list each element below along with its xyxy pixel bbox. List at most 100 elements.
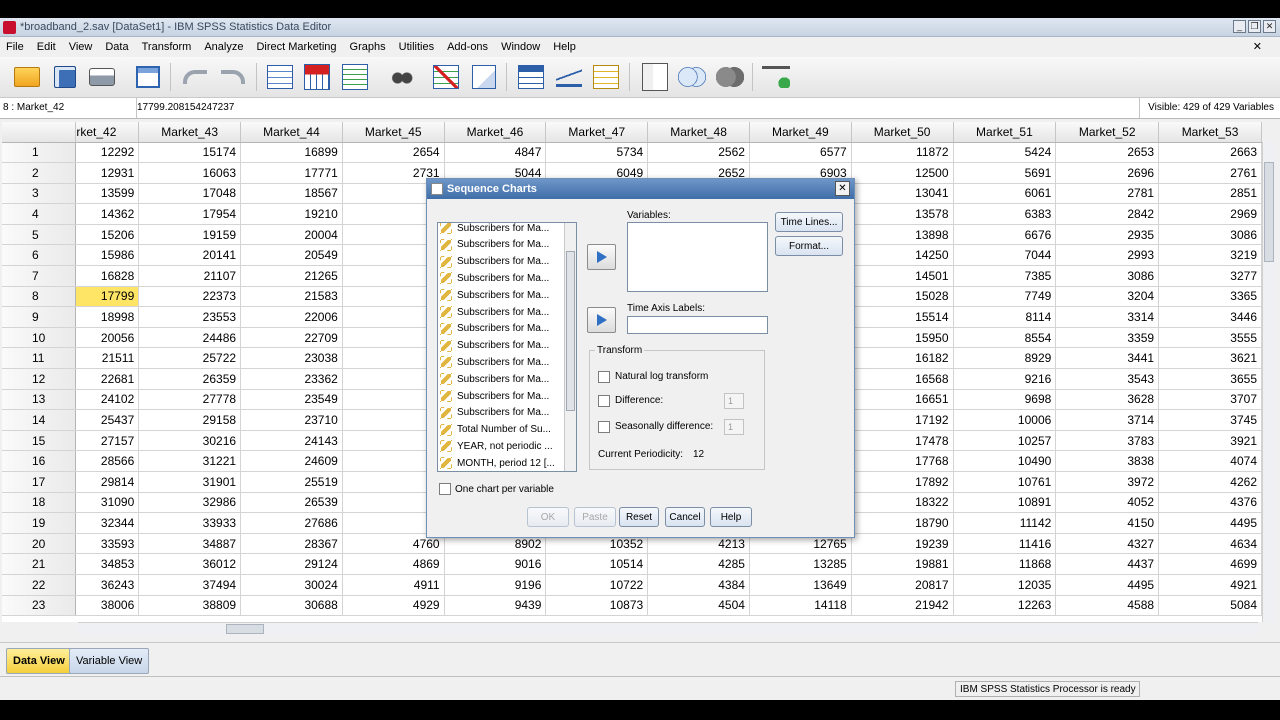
row-number[interactable]: 20 xyxy=(2,533,77,555)
vertical-scroll-thumb[interactable] xyxy=(1264,162,1274,262)
row-number[interactable]: 1 xyxy=(2,142,77,164)
data-cell[interactable]: 2993 xyxy=(1055,244,1160,267)
move-to-time-axis-button[interactable] xyxy=(587,307,616,333)
row-number[interactable]: 13 xyxy=(2,389,77,411)
row-number[interactable]: 6 xyxy=(2,244,77,267)
data-cell[interactable]: 4588 xyxy=(1055,595,1160,617)
data-cell[interactable]: 12263 xyxy=(953,595,1057,617)
row-number[interactable]: 16 xyxy=(2,450,77,472)
data-cell[interactable]: 2842 xyxy=(1055,203,1160,225)
data-cell[interactable]: 29124 xyxy=(240,553,343,575)
variables-target-list[interactable] xyxy=(627,222,768,292)
data-cell[interactable]: 28367 xyxy=(240,533,343,555)
redo-icon[interactable] xyxy=(218,62,248,92)
weight-cases-icon[interactable] xyxy=(554,62,584,92)
data-cell[interactable]: 8114 xyxy=(953,306,1057,328)
data-cell[interactable]: 23549 xyxy=(240,389,343,411)
reset-button[interactable]: Reset xyxy=(619,507,659,527)
data-cell[interactable]: 15206 xyxy=(75,224,140,246)
open-folder-icon[interactable] xyxy=(12,62,42,92)
data-cell[interactable]: 2696 xyxy=(1055,162,1160,184)
data-cell[interactable]: 8554 xyxy=(953,327,1057,349)
data-cell[interactable]: 31221 xyxy=(138,450,242,472)
help-button[interactable]: Help xyxy=(710,507,752,527)
row-number[interactable]: 10 xyxy=(2,327,77,349)
data-cell[interactable]: 3365 xyxy=(1158,286,1262,308)
data-cell[interactable]: 2969 xyxy=(1158,203,1262,225)
data-cell[interactable]: 10722 xyxy=(545,574,649,596)
data-cell[interactable]: 3446 xyxy=(1158,306,1262,328)
split-file-icon[interactable] xyxy=(516,62,546,92)
data-cell[interactable]: 27778 xyxy=(138,389,242,411)
variables-icon[interactable] xyxy=(340,62,370,92)
data-cell[interactable]: 18790 xyxy=(851,512,954,534)
data-cell[interactable]: 3441 xyxy=(1055,347,1160,370)
data-cell[interactable]: 3707 xyxy=(1158,389,1262,411)
row-number[interactable]: 9 xyxy=(2,306,77,328)
data-cell[interactable]: 9698 xyxy=(953,389,1057,411)
data-cell[interactable]: 3086 xyxy=(1055,265,1160,287)
minimize-button[interactable]: _ xyxy=(1233,20,1246,33)
column-header[interactable]: Market_45 xyxy=(342,122,445,143)
data-cell[interactable]: 13285 xyxy=(749,553,852,575)
data-cell[interactable]: 34853 xyxy=(75,553,140,575)
column-header[interactable]: Market_46 xyxy=(444,122,547,143)
restore-button[interactable]: ❐ xyxy=(1248,20,1261,33)
data-cell[interactable]: 31090 xyxy=(75,492,140,514)
cell-value-input[interactable]: 17799.208154247237 xyxy=(136,98,1140,118)
data-cell[interactable]: 30216 xyxy=(138,430,242,452)
data-cell[interactable]: 4384 xyxy=(647,574,750,596)
data-cell[interactable]: 3621 xyxy=(1158,347,1262,370)
data-cell[interactable]: 16899 xyxy=(240,142,343,164)
data-cell[interactable]: 4495 xyxy=(1055,574,1160,596)
data-cell[interactable]: 22373 xyxy=(138,286,242,308)
variable-list-item[interactable]: Subscribers for Ma... xyxy=(440,254,562,270)
menu-data[interactable]: Data xyxy=(105,41,128,53)
menu-edit[interactable]: Edit xyxy=(37,41,56,53)
data-cell[interactable]: 8929 xyxy=(953,347,1057,370)
horizontal-scroll-thumb[interactable] xyxy=(226,624,264,634)
horizontal-scrollbar[interactable] xyxy=(78,622,1258,634)
data-cell[interactable]: 12292 xyxy=(75,142,140,164)
data-cell[interactable]: 2935 xyxy=(1055,224,1160,246)
menu-transform[interactable]: Transform xyxy=(142,41,192,53)
data-cell[interactable]: 19881 xyxy=(851,553,954,575)
time-lines-button[interactable]: Time Lines... xyxy=(775,212,843,232)
data-cell[interactable]: 3543 xyxy=(1055,368,1160,390)
variable-list-item[interactable]: Subscribers for Ma... xyxy=(440,270,562,286)
data-cell[interactable]: 13599 xyxy=(75,183,140,205)
data-cell[interactable]: 15028 xyxy=(851,286,954,308)
data-cell[interactable]: 18567 xyxy=(240,183,343,205)
data-cell[interactable]: 11142 xyxy=(953,512,1057,534)
data-cell[interactable]: 10761 xyxy=(953,471,1057,493)
data-cell[interactable]: 4911 xyxy=(342,574,445,596)
variable-list-item[interactable]: Total Number of Su... xyxy=(440,422,562,438)
insert-variable-icon[interactable] xyxy=(469,62,499,92)
data-cell[interactable]: 9439 xyxy=(444,595,547,617)
data-cell[interactable]: 15174 xyxy=(138,142,242,164)
variable-list-item[interactable]: Subscribers for Ma... xyxy=(440,405,562,421)
data-cell[interactable]: 5084 xyxy=(1158,595,1262,617)
value-labels-icon[interactable] xyxy=(640,62,670,92)
data-cell[interactable]: 24609 xyxy=(240,450,343,472)
data-cell[interactable]: 15986 xyxy=(75,244,140,267)
data-cell[interactable]: 32344 xyxy=(75,512,140,534)
data-cell[interactable]: 25722 xyxy=(138,347,242,370)
menu-window[interactable]: Window xyxy=(501,41,540,53)
row-number[interactable]: 23 xyxy=(2,595,77,617)
one-chart-per-variable-checkbox[interactable] xyxy=(439,483,451,495)
variable-list-item[interactable]: Subscribers for Ma... xyxy=(440,237,562,253)
column-header[interactable]: Market_47 xyxy=(545,122,649,143)
goto-variable-icon[interactable] xyxy=(302,62,332,92)
save-icon[interactable] xyxy=(50,62,80,92)
data-cell[interactable]: 33933 xyxy=(138,512,242,534)
data-cell[interactable]: 9196 xyxy=(444,574,547,596)
natural-log-checkbox[interactable] xyxy=(598,371,610,383)
data-cell[interactable]: 20056 xyxy=(75,327,140,349)
data-cell[interactable]: 17799 xyxy=(75,286,140,308)
row-number[interactable]: 17 xyxy=(2,471,77,493)
data-cell[interactable]: 3655 xyxy=(1158,368,1262,390)
data-cell[interactable]: 21942 xyxy=(851,595,954,617)
column-header[interactable]: Market_52 xyxy=(1055,122,1160,143)
data-cell[interactable]: 22681 xyxy=(75,368,140,390)
